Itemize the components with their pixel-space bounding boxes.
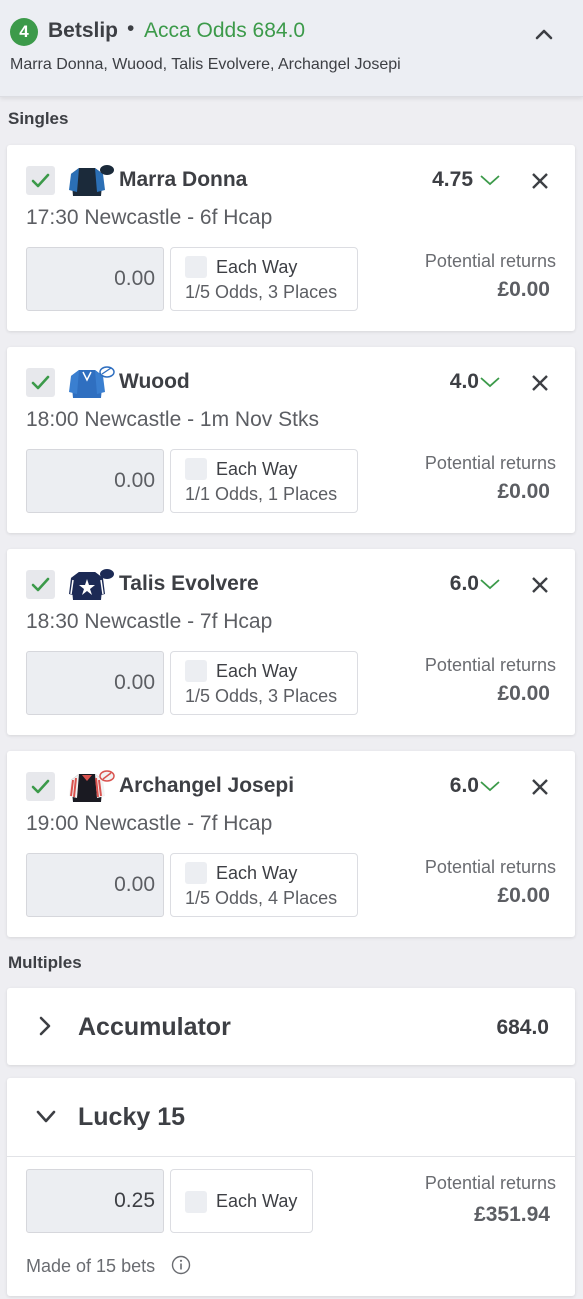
potential-returns-value: £0.00 — [497, 480, 550, 503]
stake-input[interactable]: 0.25 — [26, 1169, 164, 1233]
chevron-down-icon[interactable] — [479, 576, 501, 592]
jockey-silks-icon — [69, 569, 114, 600]
each-way-terms: 1/5 Odds, 3 Places — [185, 686, 338, 706]
each-way-toggle[interactable]: Each Way 1/5 Odds, 4 Places — [170, 853, 358, 917]
each-way-terms: 1/5 Odds, 4 Places — [185, 888, 338, 908]
each-way-label: Each Way — [216, 257, 298, 277]
title-separator: • — [127, 17, 135, 40]
close-icon[interactable] — [530, 171, 550, 191]
stake-input[interactable]: 0.00 — [26, 853, 164, 917]
each-way-checkbox[interactable] — [185, 256, 207, 278]
potential-returns-value: £0.00 — [497, 682, 550, 705]
each-way-toggle[interactable]: Each Way 1/1 Odds, 1 Places — [170, 449, 358, 513]
jockey-silks-icon — [69, 770, 115, 802]
each-way-checkbox[interactable] — [185, 1191, 207, 1213]
selection-checkbox[interactable] — [26, 570, 55, 599]
info-icon[interactable] — [171, 1255, 191, 1275]
runner-name: Archangel Josepi — [119, 774, 295, 797]
each-way-terms: 1/1 Odds, 1 Places — [185, 484, 338, 504]
runner-name: Marra Donna — [119, 168, 248, 191]
jockey-silks-icon — [69, 165, 114, 196]
race-info: 18:30 Newcastle - 7f Hcap — [26, 610, 273, 633]
checkmark-icon — [31, 375, 50, 390]
each-way-label: Each Way — [216, 459, 298, 479]
chevron-down-icon[interactable] — [479, 374, 501, 390]
jockey-silks-icon — [69, 366, 115, 398]
chevron-down-icon[interactable] — [479, 778, 501, 794]
potential-returns-value: £0.00 — [497, 884, 550, 907]
lucky15-title: Lucky 15 — [78, 1103, 186, 1131]
stake-input[interactable]: 0.00 — [26, 247, 164, 311]
accumulator-title: Accumulator — [78, 1013, 231, 1041]
potential-returns-value: £0.00 — [497, 278, 550, 301]
each-way-label: Each Way — [216, 661, 298, 681]
odds-value[interactable]: 4.75 — [393, 168, 473, 192]
lucky15-card: Lucky 15 0.25 Each Way Potential returns… — [7, 1078, 575, 1296]
odds-value[interactable]: 4.0 — [399, 370, 479, 394]
each-way-toggle[interactable]: Each Way — [170, 1169, 313, 1233]
selections-summary: Marra Donna, Wuood, Talis Evolvere, Arch… — [10, 56, 401, 73]
checkmark-icon — [31, 173, 50, 188]
each-way-label: Each Way — [216, 1191, 298, 1211]
single-bet-card: Marra Donna 4.75 17:30 Newcastle - 6f Hc… — [7, 145, 575, 331]
multiples-heading: Multiples — [8, 953, 82, 972]
race-info: 17:30 Newcastle - 6f Hcap — [26, 206, 273, 229]
selection-checkbox[interactable] — [26, 772, 55, 801]
each-way-terms: 1/5 Odds, 3 Places — [185, 282, 338, 302]
each-way-checkbox[interactable] — [185, 458, 207, 480]
single-bet-card: Wuood 4.0 18:00 Newcastle - 1m Nov Stks … — [7, 347, 575, 533]
selection-checkbox[interactable] — [26, 166, 55, 195]
runner-name: Talis Evolvere — [119, 572, 259, 595]
singles-heading: Singles — [8, 109, 69, 128]
chevron-up-icon[interactable] — [532, 22, 556, 46]
bet-count-note: Made of 15 bets — [26, 1256, 156, 1276]
selection-count-badge: 4 — [10, 18, 38, 46]
chevron-down-icon[interactable] — [35, 1109, 57, 1125]
potential-returns-label: Potential returns — [424, 251, 556, 271]
each-way-checkbox[interactable] — [185, 660, 207, 682]
odds-value[interactable]: 6.0 — [399, 774, 479, 798]
potential-returns-label: Potential returns — [424, 655, 556, 675]
potential-returns-value: £351.94 — [474, 1203, 550, 1226]
checkmark-icon — [31, 577, 50, 592]
checkmark-icon — [31, 779, 50, 794]
race-info: 19:00 Newcastle - 7f Hcap — [26, 812, 273, 835]
race-info: 18:00 Newcastle - 1m Nov Stks — [26, 408, 319, 431]
acca-odds-label: Acca Odds 684.0 — [144, 19, 306, 42]
each-way-label: Each Way — [216, 863, 298, 883]
single-bet-card: Archangel Josepi 6.0 19:00 Newcastle - 7… — [7, 751, 575, 937]
accumulator-row[interactable]: Accumulator 684.0 — [7, 988, 575, 1065]
single-bet-card: Talis Evolvere 6.0 18:30 Newcastle - 7f … — [7, 549, 575, 735]
stake-input[interactable]: 0.00 — [26, 449, 164, 513]
betslip-title: Betslip — [48, 19, 119, 42]
each-way-toggle[interactable]: Each Way 1/5 Odds, 3 Places — [170, 247, 358, 311]
potential-returns-label: Potential returns — [424, 1173, 556, 1193]
betslip-header[interactable]: 4 Betslip • Acca Odds 684.0 Marra Donna,… — [0, 0, 583, 97]
each-way-toggle[interactable]: Each Way 1/5 Odds, 3 Places — [170, 651, 358, 715]
chevron-right-icon[interactable] — [37, 1016, 53, 1036]
close-icon[interactable] — [530, 373, 550, 393]
potential-returns-label: Potential returns — [424, 453, 556, 473]
chevron-down-icon[interactable] — [479, 172, 501, 188]
odds-value[interactable]: 6.0 — [399, 572, 479, 596]
selection-checkbox[interactable] — [26, 368, 55, 397]
each-way-checkbox[interactable] — [185, 862, 207, 884]
close-icon[interactable] — [530, 777, 550, 797]
close-icon[interactable] — [530, 575, 550, 595]
divider — [7, 1156, 575, 1157]
accumulator-odds: 684.0 — [496, 1016, 549, 1039]
runner-name: Wuood — [119, 370, 190, 393]
stake-input[interactable]: 0.00 — [26, 651, 164, 715]
potential-returns-label: Potential returns — [424, 857, 556, 877]
